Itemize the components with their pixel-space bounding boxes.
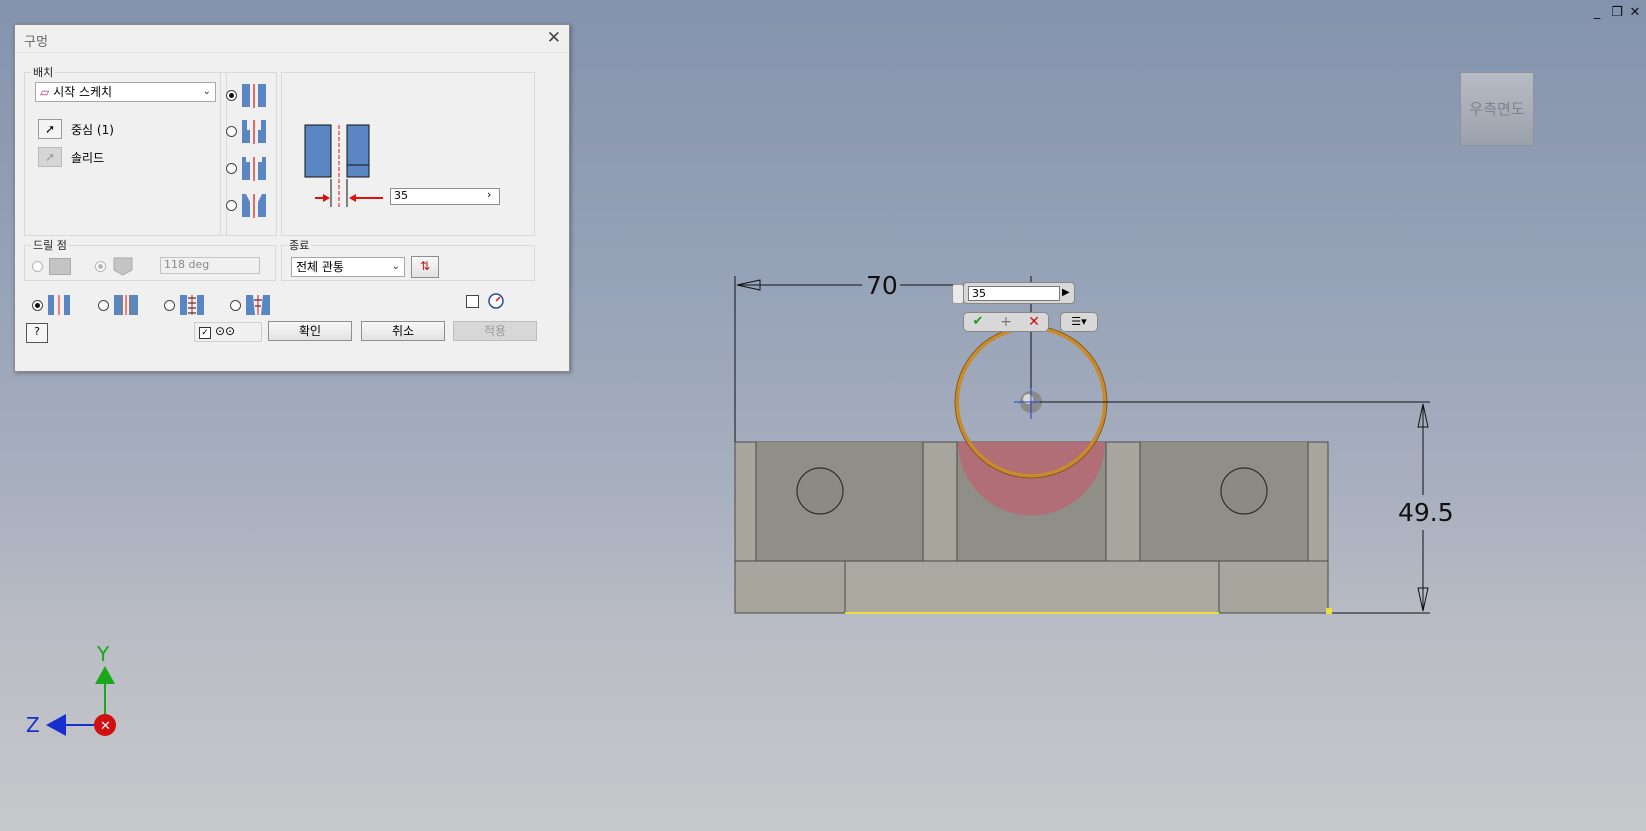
- taper-tapped-hole-icon: [246, 295, 270, 315]
- cursor-arrow-icon: ➚: [44, 122, 56, 136]
- view-cube-label: 우측면도: [1469, 100, 1525, 118]
- title-divider: [15, 52, 569, 53]
- drill-point-angle-radio[interactable]: [95, 261, 106, 272]
- angle-drill-point-icon: [113, 257, 133, 276]
- simple-hole-icon: [242, 84, 266, 108]
- apply-button[interactable]: 적용: [453, 321, 537, 341]
- hole-type-simple-radio[interactable]: [226, 90, 237, 101]
- placement-mode-select[interactable]: ▱ 시작 스케치 ⌄: [35, 82, 216, 102]
- diameter-input[interactable]: 35: [390, 188, 500, 205]
- drill-angle-input[interactable]: 118 deg: [160, 257, 260, 274]
- chevron-down-icon: ⌄: [202, 86, 211, 97]
- preview-checkbox[interactable]: ✓: [199, 327, 211, 339]
- sketch-icon: ▱: [40, 85, 50, 99]
- confirm-check-icon[interactable]: ✔: [966, 314, 990, 330]
- hole-type-counterbore-radio[interactable]: [226, 126, 237, 137]
- termination-label: 종료: [287, 237, 312, 253]
- tap-option-tapped-radio[interactable]: [164, 300, 175, 311]
- infer-ifeatures-checkbox[interactable]: [466, 295, 479, 308]
- dimension-horizontal-value[interactable]: 70: [866, 271, 898, 300]
- hole-type-countersink-radio[interactable]: [226, 200, 237, 211]
- simple-drill-icon: [48, 295, 70, 315]
- svg-text:✕: ✕: [100, 719, 111, 734]
- hole-type-spotface-radio[interactable]: [226, 163, 237, 174]
- preview-toggle[interactable]: ✓ ⊙⊙: [194, 322, 262, 342]
- ok-button[interactable]: 확인: [268, 321, 352, 341]
- mini-toolbar-actions: ✔ + ✕: [963, 312, 1049, 332]
- apply-plus-icon[interactable]: +: [994, 314, 1018, 330]
- coordinate-triad: ✕: [46, 666, 116, 736]
- placement-label: 배치: [31, 64, 56, 80]
- mini-toolbar-diameter-input[interactable]: 35: [968, 286, 1060, 301]
- close-icon[interactable]: ✕: [547, 28, 561, 48]
- solid-label: 솔리드: [71, 151, 105, 165]
- solid-select-button[interactable]: ➚: [38, 147, 62, 167]
- countersink-hole-icon: [242, 194, 266, 218]
- hole-dialog: 구멍 ✕ 배치 ▱ 시작 스케치 ⌄ ➚ 중심 (1) ➚ 솔리드 35 › 드…: [14, 24, 570, 372]
- tap-option-simple-radio[interactable]: [32, 300, 43, 311]
- tapped-hole-icon: [180, 295, 204, 315]
- axis-z-label: Z: [26, 713, 40, 737]
- dialog-title: 구멍: [24, 35, 48, 50]
- cancel-button[interactable]: 취소: [361, 321, 445, 341]
- mini-toolbar: 35 ▶: [963, 282, 1075, 304]
- diameter-expand-icon[interactable]: ›: [487, 188, 491, 201]
- drill-angle-value: 118 deg: [164, 258, 210, 271]
- tap-option-taper-radio[interactable]: [230, 300, 241, 311]
- placement-mode-value: 시작 스케치: [53, 85, 113, 99]
- drill-point-label: 드릴 점: [31, 237, 69, 253]
- flip-direction-icon: ⇅: [419, 259, 431, 273]
- tap-option-clearance-radio[interactable]: [98, 300, 109, 311]
- measure-gauge-icon[interactable]: [488, 293, 504, 309]
- termination-select[interactable]: 전체 관통 ⌄: [291, 257, 405, 277]
- cursor-arrow-icon: ➚: [44, 150, 56, 164]
- dimension-vertical-value[interactable]: 49.5: [1398, 498, 1454, 527]
- mini-toolbar-expand-icon[interactable]: ▶: [1062, 285, 1074, 301]
- hole-section-diagram: [304, 124, 383, 207]
- flat-drill-point-icon: [49, 258, 71, 275]
- glasses-icon: ⊙⊙: [215, 324, 236, 338]
- flip-direction-button[interactable]: ⇅: [411, 256, 439, 278]
- view-cube[interactable]: 우측면도: [1460, 72, 1534, 146]
- drill-point-flat-radio[interactable]: [32, 261, 43, 272]
- spotface-hole-icon: [242, 157, 266, 181]
- cancel-x-icon[interactable]: ✕: [1022, 314, 1046, 330]
- chevron-down-icon: ⌄: [391, 261, 400, 272]
- termination-value: 전체 관통: [296, 260, 344, 274]
- clearance-hole-icon: [114, 295, 138, 315]
- center-label: 중심 (1): [71, 123, 114, 137]
- help-icon[interactable]: ?: [26, 323, 48, 343]
- mini-toolbar-options-icon[interactable]: ☰▾: [1060, 312, 1098, 332]
- axis-y-label: Y: [97, 642, 110, 666]
- center-select-button[interactable]: ➚: [38, 119, 62, 139]
- counterbore-hole-icon: [242, 120, 266, 144]
